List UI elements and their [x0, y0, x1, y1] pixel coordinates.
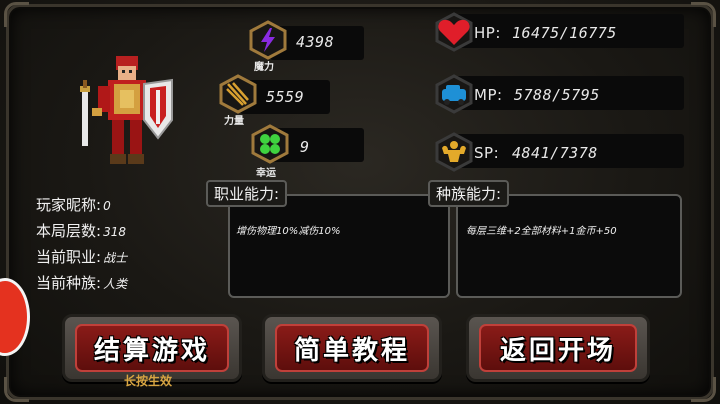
- long-press-note: 长按生效: [124, 374, 173, 388]
- mp-label: MP:: [474, 86, 503, 104]
- luck-value: 9: [300, 138, 310, 156]
- hp-label: HP:: [474, 24, 501, 42]
- class-ability-text: 增伤物理10%减伤10%: [236, 226, 341, 237]
- race-ability-panel: [456, 194, 682, 298]
- mp-badge: [435, 74, 473, 114]
- race-ability-title: 种族能力:: [428, 180, 510, 207]
- magic-label: 魔力: [254, 62, 274, 73]
- strength-label: 力量: [224, 116, 244, 127]
- floors-value: 318: [103, 225, 126, 239]
- race-label: 当前种族:: [36, 274, 102, 292]
- race-ability-text: 每层三维+2全部材料+1金币+50: [466, 226, 617, 237]
- class-ability-title: 职业能力:: [206, 180, 288, 207]
- nickname-label: 玩家昵称:: [36, 196, 102, 214]
- race-value: 人类: [103, 277, 128, 291]
- class-ability-panel: [228, 194, 450, 298]
- strength-hex-badge: [219, 74, 257, 114]
- strength-value: 5559: [266, 88, 305, 106]
- nickname-value: 0: [103, 199, 111, 213]
- return-start-label: 返回开场: [479, 324, 637, 372]
- floors-label: 本局层数:: [36, 222, 102, 240]
- sp-value: 4841/7378: [512, 144, 598, 162]
- floors-row: 本局层数: 318: [36, 220, 126, 241]
- game-frame: 4398 魔力 5559 力量 9 幸运 HP: 16475/16775 MP:: [0, 0, 720, 404]
- tutorial-button[interactable]: 简单教程: [262, 314, 442, 382]
- class-row: 当前职业: 战士: [36, 246, 127, 267]
- return-start-button[interactable]: 返回开场: [466, 314, 650, 382]
- frame-corner-top-left: [4, 2, 29, 27]
- hp-badge: [435, 12, 473, 52]
- frame-corner-bottom-left: [4, 377, 29, 402]
- race-row: 当前种族: 人类: [36, 272, 127, 293]
- tutorial-label: 简单教程: [275, 324, 429, 372]
- sp-badge: [435, 132, 473, 172]
- hp-value: 16475/16775: [512, 24, 617, 42]
- magic-hex-badge: [249, 20, 287, 60]
- hero-knight-sprite: [80, 56, 173, 164]
- frame-corner-bottom-right: [691, 377, 716, 402]
- nickname-row: 玩家昵称: 0: [36, 194, 111, 215]
- settle-game-label: 结算游戏: [75, 324, 229, 372]
- luck-hex-badge: [251, 124, 289, 164]
- class-label: 当前职业:: [36, 248, 102, 266]
- class-value: 战士: [103, 251, 128, 265]
- frame-corner-top-right: [691, 2, 716, 27]
- mp-value: 5788/5795: [514, 86, 600, 104]
- luck-label: 幸运: [256, 168, 276, 179]
- magic-value: 4398: [296, 33, 335, 51]
- sp-label: SP:: [474, 144, 500, 162]
